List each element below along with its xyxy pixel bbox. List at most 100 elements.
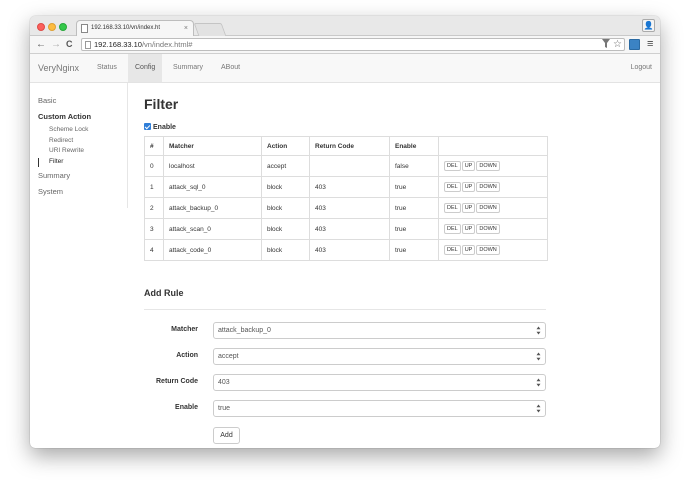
table-row: 4 attack_code_0 block 403 true DEL UP DOWN [144,239,548,261]
browser-tab[interactable]: 192.168.33.10/vn/index.ht × [76,20,194,37]
cell-index: 0 [144,155,164,177]
add-button[interactable]: Add [213,427,240,444]
cell-index: 2 [144,197,164,219]
down-button[interactable]: DOWN [476,182,500,192]
filter-icon[interactable] [602,39,610,52]
down-button[interactable]: DOWN [476,203,500,213]
nav-status[interactable]: Status [90,54,124,82]
enable-checkbox-row[interactable]: Enable [144,123,176,132]
cell-operations: DEL UP DOWN [438,176,548,198]
cell-enable: true [389,197,439,219]
del-button[interactable]: DEL [444,245,461,255]
add-rule-title: Add Rule [144,288,184,298]
cell-matcher: attack_backup_0 [163,197,262,219]
nav-config[interactable]: Config [128,54,163,82]
column-header-index: # [144,136,164,156]
up-button[interactable]: UP [461,245,476,255]
minimize-window-button[interactable] [48,23,56,31]
action-select-value: accept [218,353,239,360]
cell-action: accept [261,155,310,177]
brand-logo[interactable]: VeryNginx [38,63,79,73]
cell-action: block [261,197,310,219]
select-arrows-icon [536,326,541,335]
tab-strip: 192.168.33.10/vn/index.ht × 👤 [30,16,660,37]
close-window-button[interactable] [37,23,45,31]
cell-operations: DEL UP DOWN [438,197,548,219]
maximize-window-button[interactable] [59,23,67,31]
column-header-action: Action [261,136,310,156]
del-button[interactable]: DEL [444,224,461,234]
sidebar-item-scheme-lock[interactable]: Scheme Lock [49,126,88,133]
table-row: 1 attack_sql_0 block 403 true DEL UP DOWN [144,176,548,198]
forward-icon[interactable]: → [51,38,61,51]
address-bar[interactable]: 192.168.33.10/vn/index.html# [81,38,625,51]
del-button[interactable]: DEL [444,182,461,192]
down-button[interactable]: DOWN [476,224,500,234]
table-row: 2 attack_backup_0 block 403 true DEL UP DO… [144,197,548,219]
up-button[interactable]: UP [461,182,476,192]
sidebar-item-basic[interactable]: Basic [38,96,56,105]
matcher-select-value: attack_backup_0 [218,327,271,334]
cell-return-code [309,155,390,177]
nav-about[interactable]: ABout [214,54,247,82]
cell-index: 1 [144,176,164,198]
back-icon[interactable]: ← [36,38,46,51]
cell-matcher: attack_code_0 [163,239,262,261]
del-button[interactable]: DEL [444,203,461,213]
table-row: 3 attack_scan_0 block 403 true DEL UP DOWN [144,218,548,240]
matcher-select[interactable]: attack_backup_0 [213,322,546,339]
cell-action: block [261,176,310,198]
menu-icon[interactable]: ≡ [647,38,653,50]
del-button[interactable]: DEL [444,161,461,171]
url-host: 192.168.33.10 [94,40,142,49]
down-button[interactable]: DOWN [476,245,500,255]
action-select[interactable]: accept [213,348,546,365]
extension-icon[interactable] [629,39,640,50]
profile-icon[interactable]: 👤 [642,19,655,32]
sidebar-item-uri-rewrite[interactable]: URI Rewrite [49,147,84,154]
url-path: /vn/index.html# [141,40,193,49]
divider [144,309,546,310]
logout-link[interactable]: Logout [631,54,652,82]
down-button[interactable]: DOWN [476,161,500,171]
column-header-enable: Enable [389,136,439,156]
filter-rules-table: # Matcher Action Return Code Enable 0 lo… [144,136,548,261]
app-navbar: VeryNginx Status Config Summary ABout Lo… [30,54,660,83]
tab-close-icon[interactable]: × [184,21,188,36]
cell-operations: DEL UP DOWN [438,218,548,240]
sidebar-item-system[interactable]: System [38,187,63,196]
sidebar-item-redirect[interactable]: Redirect [49,137,73,144]
tab-title: 192.168.33.10/vn/index.ht [91,25,161,31]
select-arrows-icon [536,378,541,387]
return-code-label: Return Code [156,378,198,385]
up-button[interactable]: UP [461,224,476,234]
cell-matcher: attack_scan_0 [163,218,262,240]
matcher-label: Matcher [171,326,198,333]
cell-matcher: attack_sql_0 [163,176,262,198]
sidebar-item-filter[interactable]: Filter [49,158,63,165]
cell-return-code: 403 [309,218,390,240]
column-header-matcher: Matcher [163,136,262,156]
cell-operations: DEL UP DOWN [438,155,548,177]
nav-summary[interactable]: Summary [166,54,210,82]
cell-index: 3 [144,218,164,240]
page-title: Filter [144,96,179,112]
new-tab-button[interactable] [193,23,227,36]
sidebar-item-custom-action[interactable]: Custom Action [38,112,91,121]
sidebar-item-summary[interactable]: Summary [38,171,70,180]
cell-enable: true [389,218,439,240]
return-code-select[interactable]: 403 [213,374,546,391]
browser-toolbar: ← → C 192.168.33.10/vn/index.html# ☆ ≡ [30,36,660,54]
up-button[interactable]: UP [461,161,476,171]
up-button[interactable]: UP [461,203,476,213]
cell-enable: true [389,176,439,198]
sidebar: Basic Custom Action Scheme Lock Redirect… [30,83,128,208]
table-row: 0 localhost accept false DEL UP DOWN [144,155,548,177]
browser-window: 192.168.33.10/vn/index.ht × 👤 ← → C 192.… [30,16,660,448]
reload-icon[interactable]: C [66,38,73,51]
bookmark-star-icon[interactable]: ☆ [613,39,622,50]
cell-action: block [261,239,310,261]
enable-checkbox[interactable] [144,123,151,130]
enable-select[interactable]: true [213,400,546,417]
cell-return-code: 403 [309,176,390,198]
